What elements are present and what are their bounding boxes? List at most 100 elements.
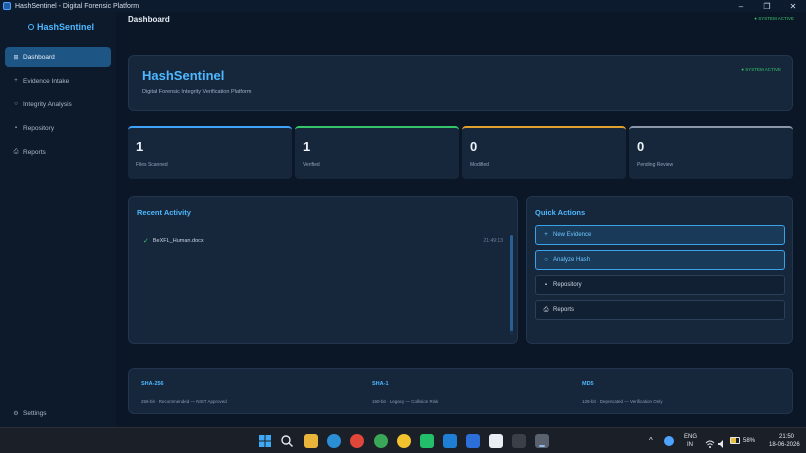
chrome-profile-icon[interactable] [374, 434, 388, 448]
algo-md5: MD5 128-bit · Deprecated — Verification … [582, 381, 663, 404]
language-indicator[interactable]: ENG [684, 434, 697, 440]
window-title: HashSentinel - Digital Forensic Platform [15, 2, 140, 10]
button-label: Repository [553, 282, 582, 288]
stat-label: Pending Review [637, 162, 674, 168]
circle-icon: ○ [14, 101, 18, 107]
check-icon: ✓ [143, 238, 149, 245]
print-icon: ⎙ [543, 306, 549, 313]
window-controls: – ❐ ✕ [728, 0, 806, 12]
scrollbar-thumb[interactable] [510, 235, 513, 331]
app-font-icon[interactable] [489, 434, 503, 448]
vscode-icon[interactable] [443, 434, 457, 448]
algo-desc: 256-bit · Recommended — NIST Approved [141, 399, 227, 404]
stat-value: 0 [637, 139, 645, 154]
stat-card-files-scanned: 1 Files Scanned [128, 126, 292, 179]
sidebar-item-settings[interactable]: ⚙ Settings [5, 403, 111, 423]
quick-actions-panel: Quick Actions + New Evidence ○ Analyze H… [526, 196, 793, 344]
maximize-button[interactable]: ❐ [754, 0, 780, 12]
battery-icon[interactable] [730, 437, 740, 444]
region-indicator[interactable]: IN [687, 442, 693, 448]
sidebar-item-evidence-intake[interactable]: + Evidence Intake [5, 71, 111, 91]
terminal-icon[interactable] [512, 434, 526, 448]
analyze-hash-button[interactable]: ○ Analyze Hash [535, 250, 785, 270]
algo-desc: 128-bit · Deprecated — Verification Only [582, 399, 663, 404]
windows-start-icon[interactable] [258, 434, 272, 448]
sidebar-item-label: Evidence Intake [23, 77, 70, 85]
button-label: Reports [553, 307, 575, 313]
gear-icon: ⚙ [13, 410, 19, 417]
algo-desc: 160-bit · Legacy — Collision Risk [372, 399, 439, 404]
sidebar-item-integrity-analysis[interactable]: ○ Integrity Analysis [5, 94, 111, 114]
plus-icon: + [544, 232, 548, 238]
battery-level [731, 438, 736, 443]
sidebar-item-label: Repository [23, 124, 55, 132]
stat-card-modified: 0 Modified [462, 126, 626, 179]
sidebar: HashSentinel ⊞ Dashboard + Evidence Inta… [0, 12, 116, 427]
hero-card: HashSentinel Digital Forensic Integrity … [128, 55, 793, 111]
sidebar-item-label: Reports [23, 148, 46, 156]
clock-time[interactable]: 21:50 [779, 434, 794, 440]
stat-value: 1 [303, 139, 311, 154]
edge-browser-icon[interactable] [327, 434, 341, 448]
brand-ring-icon [28, 24, 34, 30]
activity-file-name: BeXFL_Human.docx [152, 238, 204, 244]
hero-status-badge: ● SYSTEM ACTIVE [741, 67, 781, 72]
square-icon: ▪ [544, 282, 548, 288]
app-icon [3, 2, 11, 10]
file-explorer-icon[interactable] [304, 434, 318, 448]
button-label: New Evidence [553, 232, 592, 238]
grid-icon: ⊞ [13, 54, 19, 61]
brand-logo[interactable]: HashSentinel [28, 22, 94, 32]
recent-activity-title: Recent Activity [137, 208, 191, 217]
square-icon: ▪ [14, 125, 18, 131]
battery-percent: 58% [743, 438, 756, 444]
window-titlebar: HashSentinel - Digital Forensic Platform… [0, 0, 806, 12]
stat-label: Files Scanned [136, 162, 168, 168]
sidebar-item-reports[interactable]: ⎙ Reports [5, 142, 111, 162]
clock-date[interactable]: 18-06-2026 [769, 442, 800, 448]
hashsentinel-taskbar-icon[interactable] [535, 434, 549, 448]
sidebar-item-dashboard[interactable]: ⊞ Dashboard [5, 47, 111, 67]
chrome-profile-2-icon[interactable] [397, 434, 411, 448]
sidebar-item-repository[interactable]: ▪ Repository [5, 118, 111, 138]
activity-scrollbar[interactable] [510, 235, 513, 335]
app-a-icon[interactable] [466, 434, 480, 448]
hero-title: HashSentinel [142, 68, 225, 83]
close-button[interactable]: ✕ [780, 0, 806, 12]
tray-chevron-icon[interactable]: ^ [649, 436, 653, 445]
circle-icon: ○ [544, 257, 548, 263]
stat-label: Verified [303, 162, 320, 168]
search-icon[interactable] [280, 434, 294, 448]
stat-card-verified: 1 Verified [295, 126, 459, 179]
minimize-button[interactable]: – [728, 0, 754, 12]
list-item[interactable]: ✓ BeXFL_Human.docx 21:49:13 [143, 237, 503, 245]
algo-sha256: SHA-256 256-bit · Recommended — NIST App… [141, 381, 227, 404]
stat-value: 1 [136, 139, 144, 154]
sidebar-item-label: Integrity Analysis [23, 100, 72, 108]
active-indicator [539, 445, 545, 447]
algo-sha1: SHA-1 160-bit · Legacy — Collision Risk [372, 381, 438, 404]
recent-activity-panel: Recent Activity ✓ BeXFL_Human.docx 21:49… [128, 196, 518, 344]
chat-app-icon[interactable] [420, 434, 434, 448]
algo-name: SHA-256 [141, 381, 164, 387]
print-icon: ⎙ [13, 148, 19, 155]
page-title: Dashboard [128, 15, 170, 24]
stat-value: 0 [470, 139, 478, 154]
sidebar-item-label: Settings [23, 409, 47, 417]
repository-button[interactable]: ▪ Repository [535, 275, 785, 295]
hero-subtitle: Digital Forensic Integrity Verification … [142, 89, 252, 95]
system-status-badge: ● SYSTEM ACTIVE [754, 16, 794, 21]
chrome-icon[interactable] [350, 434, 364, 448]
stat-label: Modified [470, 162, 489, 168]
activity-time: 21:49:13 [483, 238, 503, 244]
cloud-icon[interactable] [664, 436, 674, 446]
wifi-icon[interactable] [705, 436, 715, 448]
button-label: Analyze Hash [553, 257, 591, 263]
quick-actions-title: Quick Actions [535, 208, 586, 217]
new-evidence-button[interactable]: + New Evidence [535, 225, 785, 245]
sidebar-item-label: Dashboard [23, 53, 55, 61]
algo-name: MD5 [582, 381, 594, 387]
volume-icon[interactable] [717, 436, 727, 448]
taskbar: ^ ENG IN 58% 21:50 18-06-2026 [0, 427, 806, 453]
reports-button[interactable]: ⎙ Reports [535, 300, 785, 320]
